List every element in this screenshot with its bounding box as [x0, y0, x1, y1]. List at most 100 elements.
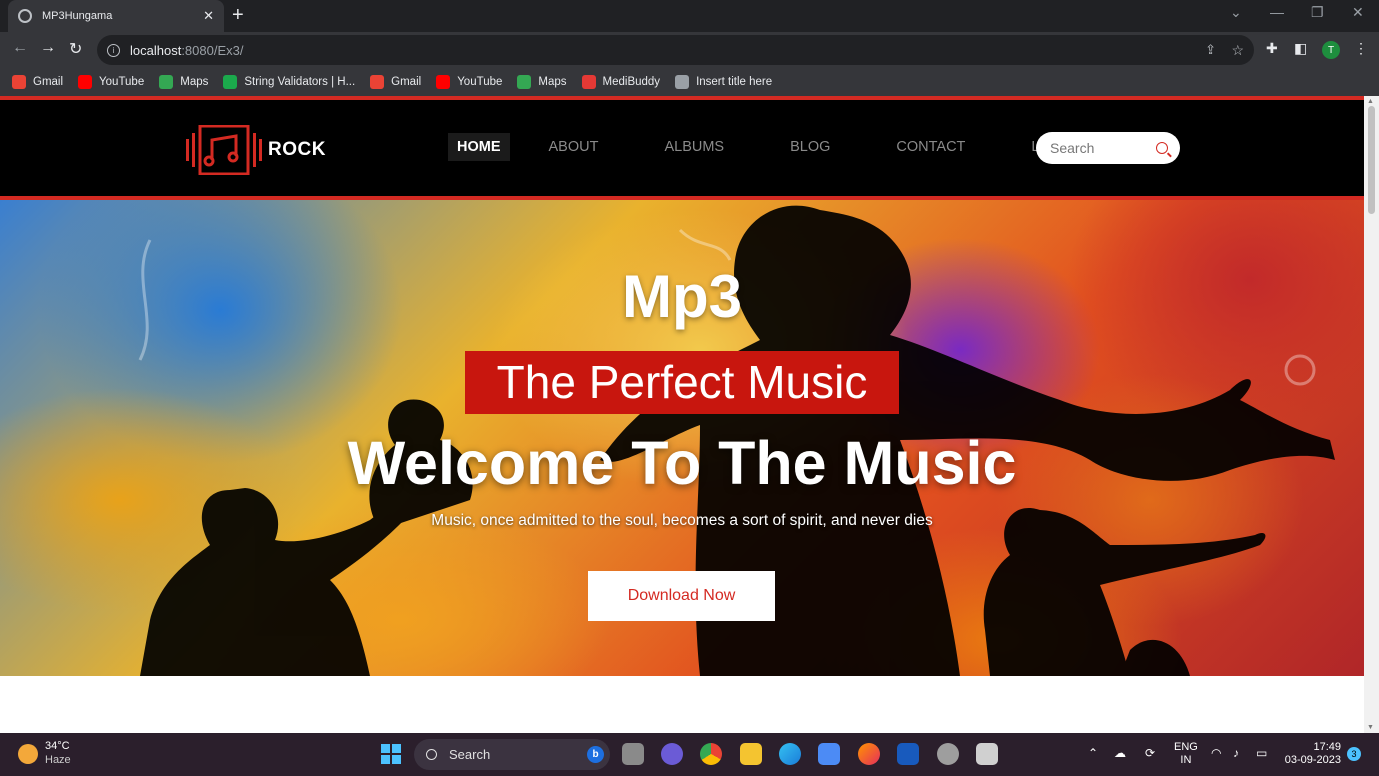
system-clock[interactable]: 17:49 03-09-2023 [1283, 741, 1341, 767]
onedrive-icon[interactable]: ☁ [1114, 746, 1126, 760]
profile-avatar[interactable]: T [1322, 41, 1340, 59]
nav-albums[interactable]: ALBUMS [655, 133, 733, 161]
scroll-up-icon[interactable]: ▲ [1367, 98, 1374, 105]
weather-temperature: 34°C [45, 740, 70, 752]
gmail-icon [12, 75, 26, 89]
scrollbar-thumb[interactable] [1368, 106, 1375, 214]
globe-icon [18, 9, 32, 23]
wifi-icon[interactable]: ◠ [1211, 746, 1221, 760]
language-code: ENG [1174, 741, 1198, 753]
taskbar-search[interactable]: Search b [414, 739, 610, 770]
bookmark-star-icon[interactable]: ☆ [1231, 42, 1244, 59]
weather-widget[interactable]: 34°C Haze [18, 740, 71, 767]
maps-icon [159, 75, 174, 89]
reload-icon[interactable]: ↻ [69, 39, 82, 59]
word-icon[interactable] [897, 743, 919, 765]
notification-badge[interactable]: 3 [1347, 747, 1361, 761]
bing-icon[interactable]: b [587, 746, 604, 763]
windows-taskbar: 34°C Haze Search b ⌃ ☁ ⟳ ENG IN ◠ ♪ ▭ 17… [0, 733, 1379, 776]
battery-icon[interactable]: ▭ [1256, 746, 1267, 760]
site-header: ROCK HOMEABOUTALBUMSBLOGCONTACTLOGIN [0, 96, 1364, 200]
globe-icon [675, 75, 690, 89]
back-icon[interactable]: ← [12, 39, 28, 57]
teams-chat-icon[interactable] [661, 743, 683, 765]
nav-home[interactable]: HOME [448, 133, 510, 161]
bookmark-label: Maps [180, 76, 209, 88]
tab-search-icon[interactable]: ⌄ [1230, 4, 1242, 21]
close-window-icon[interactable]: ✕ [1352, 4, 1364, 21]
weather-condition: Haze [45, 754, 71, 766]
medibuddy-icon [581, 75, 596, 89]
clock-date: 03-09-2023 [1284, 754, 1341, 766]
extensions-icon[interactable]: ✚ [1266, 40, 1278, 57]
hero-quote: Music, once admitted to the soul, become… [431, 512, 933, 529]
snipping-tool-icon[interactable] [976, 743, 998, 765]
microsoft-store-icon[interactable] [818, 743, 840, 765]
nav-about[interactable]: ABOUT [540, 133, 608, 161]
search-icon [426, 749, 437, 760]
windows-start-icon[interactable] [381, 744, 401, 764]
chrome-icon[interactable] [700, 743, 722, 765]
site-info-icon[interactable]: i [107, 43, 120, 57]
bookmark-label: Gmail [391, 76, 422, 88]
search-input[interactable] [1050, 140, 1150, 156]
bookmark-item[interactable]: Gmail [12, 75, 63, 89]
browser-tabbar: MP3Hungama ✕ + ⌄ — ❐ ✕ [0, 0, 1379, 32]
firefox-icon[interactable] [858, 743, 880, 765]
sync-icon[interactable]: ⟳ [1145, 746, 1155, 760]
bookmark-label: Gmail [33, 76, 64, 88]
bookmark-label: String Validators | H... [244, 76, 356, 88]
page-scrollbar[interactable]: ▲ ▼ [1364, 96, 1379, 733]
bookmarks-bar: Gmail YouTube Maps String Validators | H...… [0, 68, 1379, 96]
bookmark-label: YouTube [457, 76, 503, 88]
bookmark-label: Maps [538, 76, 567, 88]
bookmark-item[interactable]: YouTube [436, 75, 502, 89]
bookmark-item[interactable]: Gmail [370, 75, 421, 89]
hero-headline: Welcome To The Music [347, 429, 1017, 497]
download-now-button[interactable]: Download Now [588, 571, 775, 621]
bookmark-item[interactable]: YouTube [78, 75, 144, 89]
show-hidden-icons-icon[interactable]: ⌃ [1088, 746, 1098, 760]
new-tab-icon[interactable]: + [232, 4, 244, 26]
address-bar[interactable]: i localhost:8080/Ex3/ ⇪ ☆ [97, 35, 1254, 65]
settings-gear-icon[interactable] [937, 743, 959, 765]
bookmark-item[interactable]: MediBuddy [581, 75, 661, 89]
hero-title: Mp3 [622, 263, 742, 330]
site-logo[interactable]: ROCK [186, 125, 326, 175]
tab-title: MP3Hungama [42, 10, 113, 22]
forward-icon[interactable]: → [40, 39, 56, 57]
menu-icon[interactable]: ⋮ [1354, 40, 1368, 57]
nav-blog[interactable]: BLOG [781, 133, 839, 161]
url-host: localhost [130, 42, 182, 58]
bookmark-label: MediBuddy [602, 76, 661, 88]
scroll-down-icon[interactable]: ▼ [1367, 724, 1374, 731]
browser-toolbar: ← → ↻ i localhost:8080/Ex3/ ⇪ ☆ ✚ ◧ ⋮ [0, 32, 1379, 68]
bookmark-item[interactable]: String Validators | H... [223, 75, 355, 89]
file-explorer-icon[interactable] [740, 743, 762, 765]
site-search[interactable] [1036, 132, 1180, 164]
task-view-icon[interactable] [622, 743, 644, 765]
url-path: :8080/Ex3/ [181, 42, 244, 58]
search-icon[interactable] [1156, 142, 1168, 154]
nav-contact[interactable]: CONTACT [887, 133, 974, 161]
restore-icon[interactable]: ❐ [1311, 4, 1324, 21]
haze-weather-icon [18, 743, 38, 764]
language-indicator[interactable]: ENG IN [1174, 741, 1198, 767]
side-panel-icon[interactable]: ◧ [1294, 40, 1307, 57]
minimize-icon[interactable]: — [1270, 4, 1284, 20]
maps-icon [517, 75, 532, 89]
youtube-icon [78, 75, 93, 89]
edge-icon[interactable] [779, 743, 801, 765]
bookmark-item[interactable]: Insert title here [675, 75, 772, 89]
region-code: IN [1180, 754, 1192, 766]
share-icon[interactable]: ⇪ [1205, 42, 1216, 58]
bookmark-item[interactable]: Maps [159, 75, 208, 89]
bookmark-item[interactable]: Maps [517, 75, 567, 89]
main-nav: HOMEABOUTALBUMSBLOGCONTACTLOGIN [448, 133, 1134, 161]
clock-time: 17:49 [1313, 741, 1341, 753]
volume-icon[interactable]: ♪ [1233, 746, 1239, 760]
logo-text: ROCK [268, 139, 326, 160]
bookmark-label: YouTube [99, 76, 145, 88]
close-tab-icon[interactable]: ✕ [203, 8, 214, 24]
browser-tab[interactable]: MP3Hungama ✕ [8, 0, 224, 32]
